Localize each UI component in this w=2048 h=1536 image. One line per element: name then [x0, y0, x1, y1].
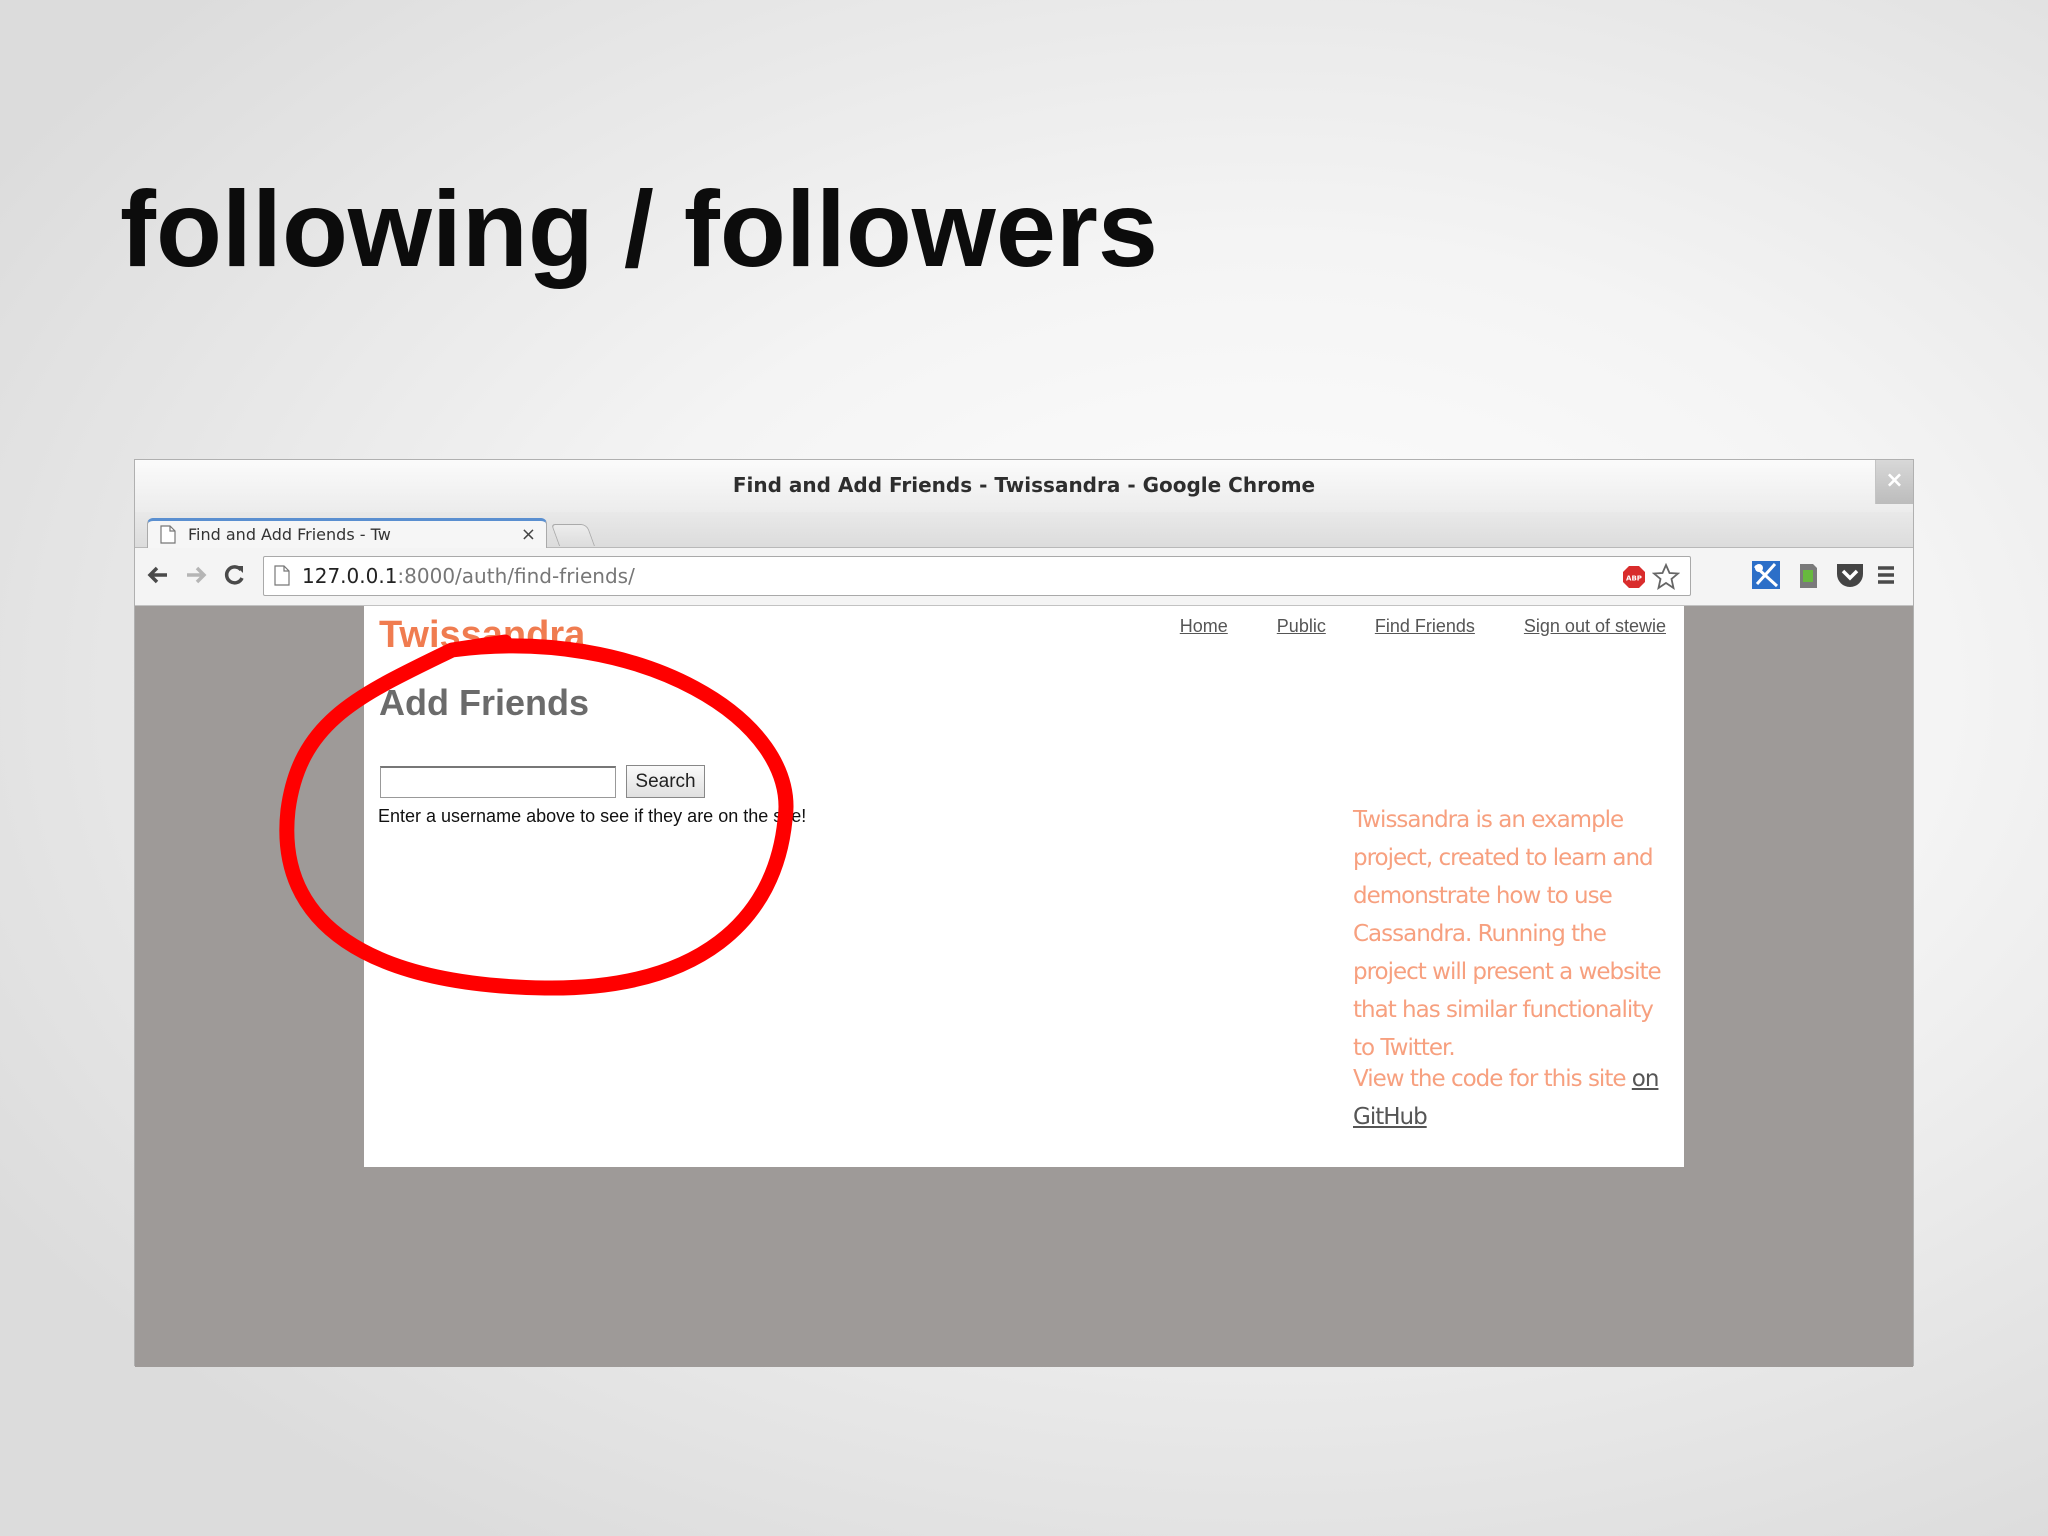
about-text: Twissandra is an example project, create… [1353, 807, 1662, 1061]
pocket-icon[interactable] [1833, 558, 1867, 592]
reload-icon [224, 565, 244, 585]
address-bar[interactable]: 127.0.0.1:8000/auth/find-friends/ ABP [263, 556, 1691, 596]
tab-label: Find and Add Friends - Tw [188, 525, 391, 544]
reload-button[interactable] [219, 558, 249, 592]
page-heading: Add Friends [379, 682, 590, 723]
site-nav: Home Public Find Friends Sign out of ste… [1136, 616, 1666, 637]
hamburger-menu-icon [1878, 566, 1894, 584]
url-host: 127.0.0.1 [302, 564, 398, 588]
tab-close-icon[interactable]: × [521, 521, 536, 548]
tab-find-friends[interactable]: Find and Add Friends - Tw × [147, 518, 547, 549]
window-close-button[interactable]: × [1875, 460, 1913, 504]
nav-find-friends-link[interactable]: Find Friends [1375, 616, 1475, 636]
tab-strip: Find and Add Friends - Tw × [135, 512, 1913, 549]
adblock-icon[interactable]: ABP [1622, 565, 1646, 589]
back-button[interactable] [143, 558, 173, 592]
window-titlebar: Find and Add Friends - Twissandra - Goog… [135, 460, 1913, 512]
nav-public-link[interactable]: Public [1277, 616, 1326, 636]
search-button[interactable]: Search [626, 765, 705, 798]
page-icon [274, 565, 290, 586]
slide-title: following / followers [120, 168, 1158, 289]
username-search-input[interactable] [380, 766, 616, 798]
page-icon [160, 525, 176, 544]
site-brand-link[interactable]: Twissandra [379, 614, 585, 657]
back-arrow-icon [147, 566, 167, 584]
url-path: :8000/auth/find-friends/ [397, 564, 635, 588]
window-title: Find and Add Friends - Twissandra - Goog… [732, 473, 1316, 497]
svg-text:ABP: ABP [1626, 575, 1642, 583]
extension-blue-icon[interactable] [1749, 558, 1783, 592]
browser-toolbar: 127.0.0.1:8000/auth/find-friends/ ABP [135, 548, 1913, 606]
search-hint: Enter a username above to see if they ar… [378, 806, 807, 826]
forward-arrow-icon [187, 566, 207, 584]
code-note-prefix: View the code for this site [1353, 1066, 1632, 1092]
new-tab-button[interactable] [550, 524, 596, 546]
extension-evernote-icon[interactable] [1791, 558, 1825, 592]
twissandra-page: Twissandra Home Public Find Friends Sign… [364, 606, 1684, 1167]
bookmark-star-icon[interactable] [1652, 563, 1680, 591]
browser-window: Find and Add Friends - Twissandra - Goog… [134, 459, 1914, 1367]
code-note: View the code for this site on GitHub [1353, 1060, 1673, 1136]
page-viewport: Twissandra Home Public Find Friends Sign… [135, 606, 1913, 1367]
nav-home-link[interactable]: Home [1180, 616, 1228, 636]
chrome-menu-button[interactable] [1871, 558, 1901, 592]
nav-sign-out-link[interactable]: Sign out of stewie [1524, 616, 1666, 636]
forward-button[interactable] [181, 558, 211, 592]
